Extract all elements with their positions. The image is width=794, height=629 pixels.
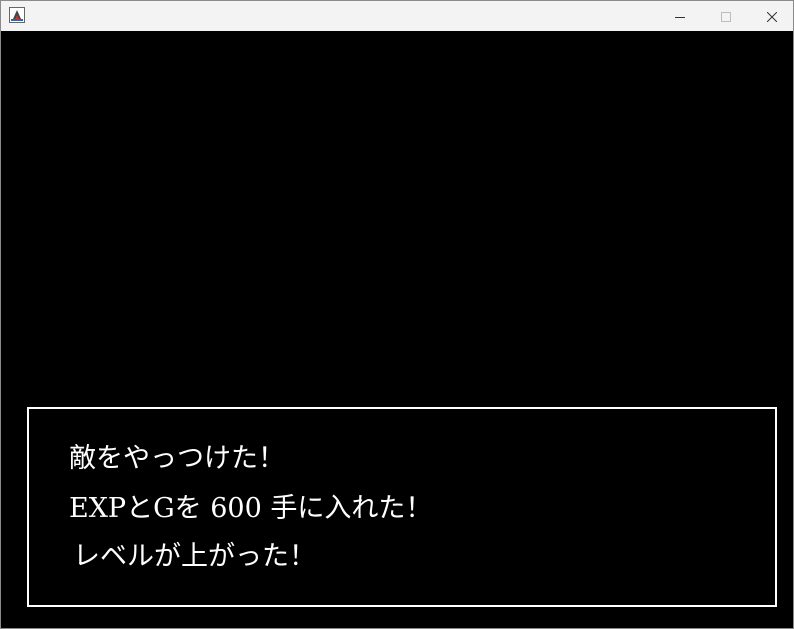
java-app-icon[interactable] [9,7,25,23]
message-line-3: レベルが上がった！ [73,541,316,572]
maximize-icon [721,7,731,26]
minimize-button[interactable] [657,1,703,31]
app-window: 敵をやっつけた！ EXPとGを 600 手に入れた！ レベルが上がった！ [0,0,794,629]
title-bar[interactable] [1,1,793,31]
message-line-1: 敵をやっつけた！ [69,443,285,474]
close-icon [766,7,778,26]
close-button[interactable] [749,1,794,31]
message-window: 敵をやっつけた！ EXPとGを 600 手に入れた！ レベルが上がった！ [27,407,777,607]
minimize-icon [675,7,685,26]
maximize-button[interactable] [703,1,749,31]
game-canvas[interactable]: 敵をやっつけた！ EXPとGを 600 手に入れた！ レベルが上がった！ [1,31,793,628]
message-line-2: EXPとGを 600 手に入れた！ [69,493,433,524]
